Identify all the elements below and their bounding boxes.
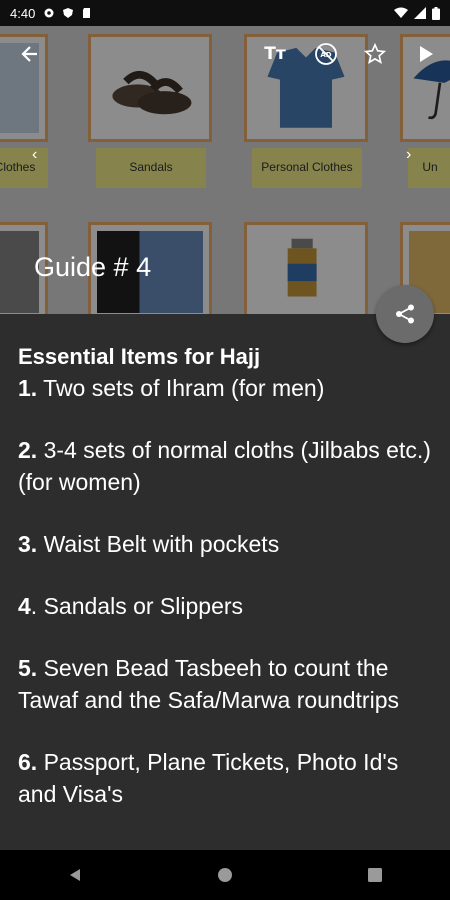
chevron-left-icon[interactable]: ‹ [32, 146, 37, 164]
content-heading: Essential Items for Hajj [18, 344, 261, 369]
play-icon [420, 46, 433, 62]
signal-icon [414, 7, 426, 19]
list-item-text: Waist Belt with pockets [37, 531, 280, 557]
share-icon [396, 304, 414, 324]
hero-header: Clothes Sandals Personal Clothes Un [0, 26, 450, 314]
list-item-text: Two sets of Ihram (for men) [37, 375, 325, 401]
wifi-icon [394, 7, 408, 18]
list-item-number: 2. [18, 437, 38, 463]
list-item-text: Seven Bead Tasbeeh to count the Tawaf an… [18, 655, 399, 713]
no-ads-icon: AD [315, 43, 337, 65]
list-item-number: 5. [18, 655, 38, 681]
star-icon [364, 43, 386, 64]
settings-icon [44, 8, 54, 18]
list-item-number: 6. [18, 749, 38, 775]
status-bar: 4:40 [0, 0, 450, 26]
guide-content: Essential Items for Hajj 1. Two sets of … [0, 314, 450, 850]
list-item: 2. 3-4 sets of normal cloths (Jilbabs et… [18, 434, 432, 498]
list-item-text: 3-4 sets of normal cloths (Jilbabs etc.)… [18, 437, 431, 495]
status-time: 4:40 [10, 5, 36, 21]
list-item-text: Passport, Plane Tickets, Photo Id's and … [18, 749, 399, 807]
list-item-number: 4 [18, 593, 31, 619]
list-item: 3. Waist Belt with pockets [18, 528, 432, 560]
arrow-left-icon [21, 46, 37, 62]
list-item: 4. Sandals or Slippers [18, 590, 432, 622]
list-item-text: . Sandals or Slippers [30, 593, 244, 619]
battery-icon [432, 6, 440, 20]
back-button[interactable] [16, 40, 44, 68]
list-item-number: 1. [18, 375, 38, 401]
list-item: 5. Seven Bead Tasbeeh to count the Tawaf… [18, 652, 432, 716]
shield-icon [63, 8, 74, 18]
page-title: Guide # 4 [34, 252, 152, 282]
list-item: 1. Two sets of Ihram (for men) [18, 372, 432, 404]
list-item: 6. Passport, Plane Tickets, Photo Id's a… [18, 746, 432, 810]
remove-ads-button[interactable]: AD [312, 40, 340, 68]
nav-back-icon[interactable] [67, 867, 83, 883]
system-nav-bar [0, 850, 450, 900]
text-size-icon: Tт [264, 44, 286, 64]
sd-card-icon [83, 8, 91, 18]
chevron-right-icon[interactable]: › [406, 146, 411, 164]
share-button[interactable] [376, 285, 434, 343]
nav-home-icon[interactable] [217, 867, 233, 883]
list-item-number: 3. [18, 531, 38, 557]
text-size-button[interactable]: Tт [261, 40, 289, 68]
play-button[interactable] [412, 40, 440, 68]
favorite-button[interactable] [361, 40, 389, 68]
nav-recents-icon[interactable] [367, 867, 383, 883]
